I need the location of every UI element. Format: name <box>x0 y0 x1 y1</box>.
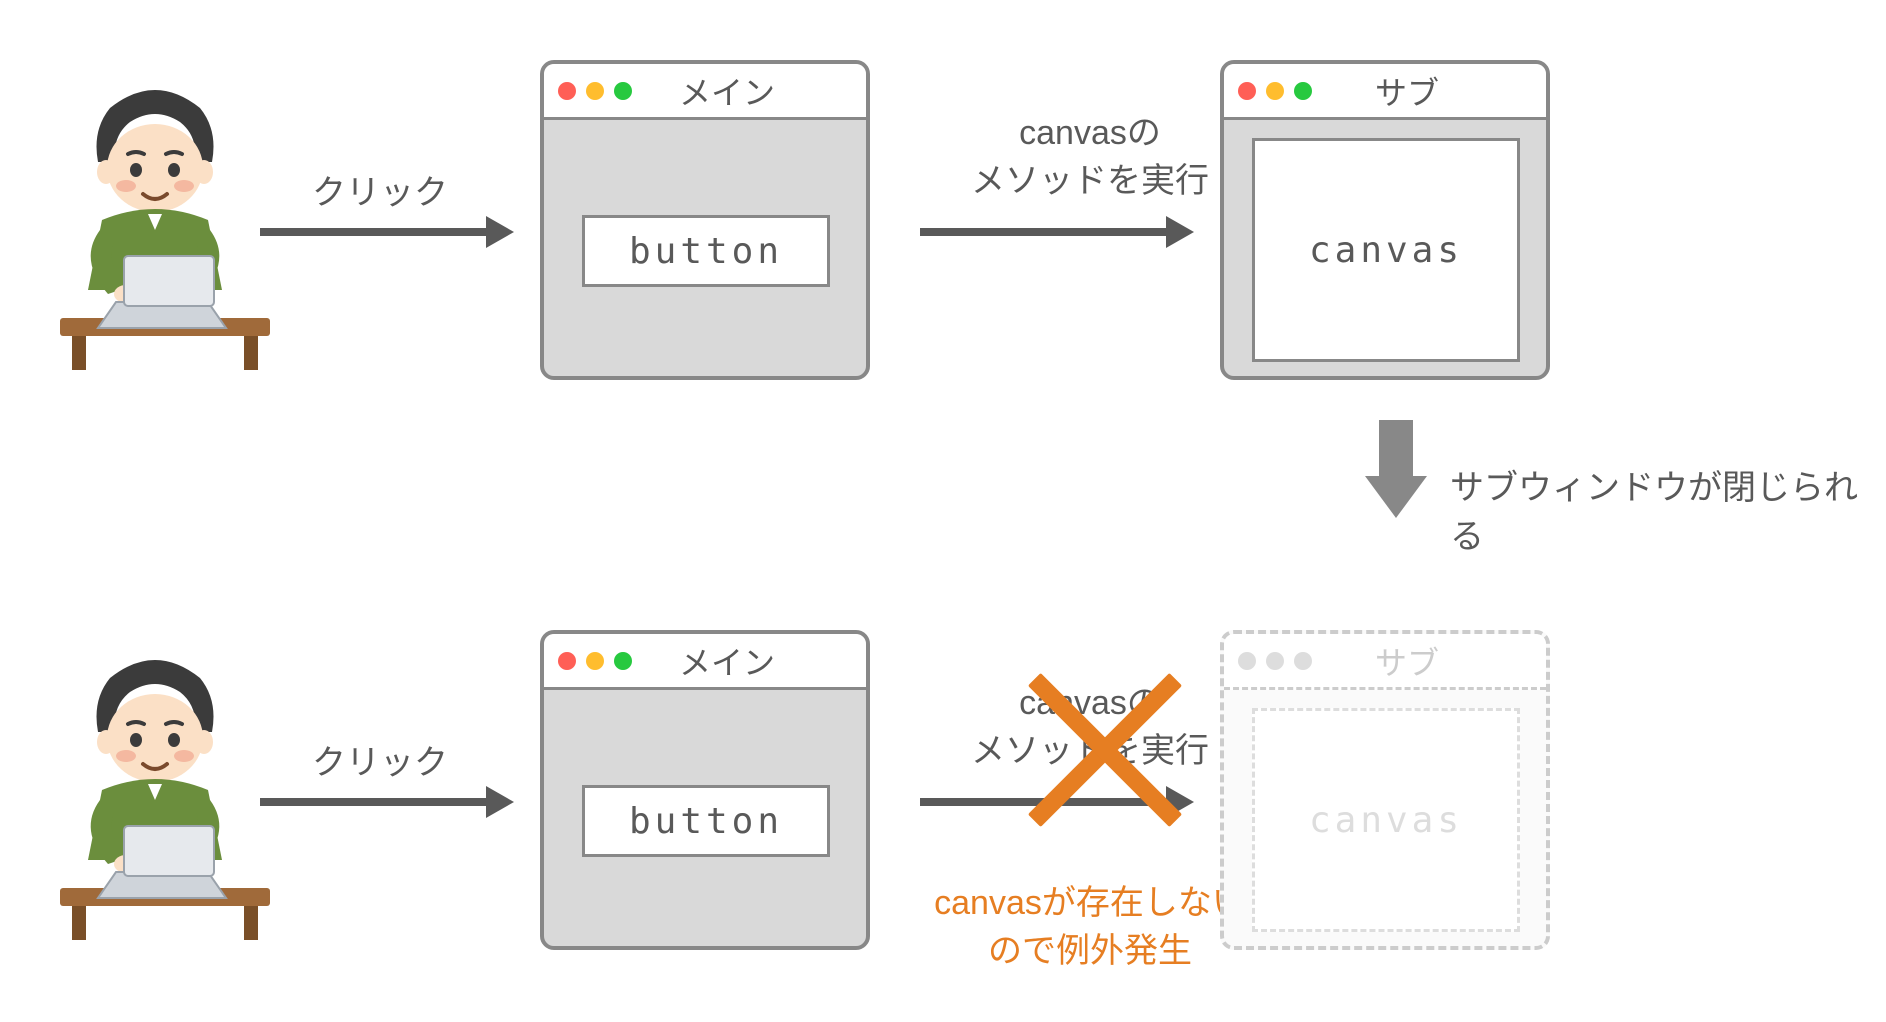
sub-window-titlebar: サブ <box>1224 64 1546 120</box>
label-click: クリック <box>290 740 470 788</box>
canvas-widget: canvas <box>1252 138 1520 362</box>
sub-window-title: サブ <box>1322 68 1532 114</box>
sub-window-title: サブ <box>1322 638 1532 684</box>
traffic-light-close-icon <box>558 652 576 670</box>
label-exception: canvasが存在しない ので例外発生 <box>930 880 1250 975</box>
traffic-light-close-icon <box>1238 652 1256 670</box>
arrow-execute-method <box>920 228 1170 236</box>
traffic-light-max-icon <box>614 82 632 100</box>
arrow-click <box>260 228 490 236</box>
traffic-light-max-icon <box>614 652 632 670</box>
main-window-titlebar: メイン <box>544 64 866 120</box>
main-window-body: button <box>544 690 866 946</box>
traffic-light-max-icon <box>1294 82 1312 100</box>
button-widget[interactable]: button <box>582 215 830 287</box>
main-window-body: button <box>544 120 866 376</box>
arrow-click <box>260 798 490 806</box>
canvas-widget-missing: canvas <box>1252 708 1520 932</box>
button-widget[interactable]: button <box>582 785 830 857</box>
traffic-light-min-icon <box>1266 652 1284 670</box>
label-execute-method: canvasの メソッドを実行 <box>960 110 1220 205</box>
main-window-titlebar: メイン <box>544 634 866 690</box>
traffic-light-max-icon <box>1294 652 1312 670</box>
arrow-window-closed <box>1365 420 1427 530</box>
cross-icon <box>1005 650 1205 850</box>
sub-window-titlebar: サブ <box>1224 634 1546 690</box>
sub-window-body: canvas <box>1224 120 1546 376</box>
scene-before: クリック メイン button canvasの メソッドを実行 サブ canva… <box>0 30 1886 390</box>
traffic-light-min-icon <box>586 652 604 670</box>
traffic-light-min-icon <box>586 82 604 100</box>
traffic-light-min-icon <box>1266 82 1284 100</box>
user-illustration <box>30 80 280 370</box>
sub-window-body: canvas <box>1224 690 1546 946</box>
label-window-closed: サブウィンドウが閉じられる <box>1450 460 1886 558</box>
traffic-light-close-icon <box>1238 82 1256 100</box>
scene-after: クリック メイン button canvasの メソッドを実行 canvasが存… <box>0 600 1886 960</box>
label-click: クリック <box>290 170 470 218</box>
sub-window: サブ canvas <box>1220 60 1550 380</box>
main-window-title: メイン <box>642 68 852 114</box>
traffic-light-close-icon <box>558 82 576 100</box>
user-illustration <box>30 650 280 940</box>
main-window: メイン button <box>540 60 870 380</box>
sub-window-closed: サブ canvas <box>1220 630 1550 950</box>
main-window-title: メイン <box>642 638 852 684</box>
main-window: メイン button <box>540 630 870 950</box>
